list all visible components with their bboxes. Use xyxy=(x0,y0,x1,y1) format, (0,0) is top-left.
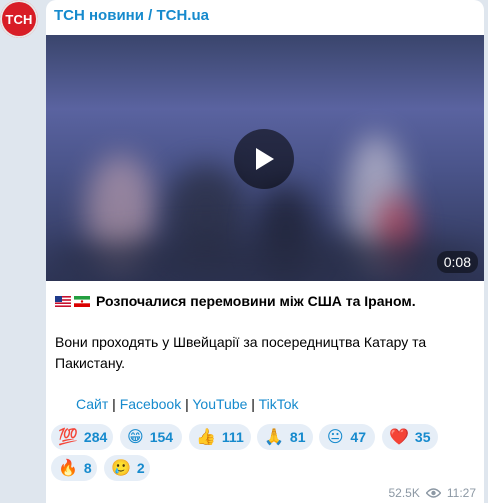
play-icon xyxy=(256,148,274,170)
reaction-thumbs-up[interactable]: 👍 111 xyxy=(189,424,251,450)
iran-flag-icon xyxy=(74,296,90,307)
reaction-count: 111 xyxy=(221,429,244,445)
us-flag-icon xyxy=(55,296,71,307)
post-body: Вони проходять у Швейцарії за посередниц… xyxy=(55,334,427,371)
reaction-hundred[interactable]: 💯 284 xyxy=(51,424,113,450)
video-player[interactable]: 0:08 xyxy=(46,35,484,281)
fire-icon: 🔥 xyxy=(58,460,78,477)
reaction-count: 2 xyxy=(136,460,145,476)
video-duration: 0:08 xyxy=(436,251,478,273)
reaction-neutral[interactable]: 😐 47 xyxy=(319,424,375,450)
post-title-text: Розпочалися перемовини між США та Іраном… xyxy=(96,293,416,309)
heart-icon: ❤️ xyxy=(389,429,409,446)
reaction-smile-tear[interactable]: 🥲 2 xyxy=(104,455,150,481)
link-youtube[interactable]: YouTube xyxy=(192,396,247,412)
reaction-count: 154 xyxy=(149,429,174,445)
reaction-heart[interactable]: ❤️ 35 xyxy=(382,424,438,450)
reaction-count: 35 xyxy=(414,429,431,445)
post-title: Розпочалися перемовини між США та Іраном… xyxy=(55,291,416,312)
neutral-face-icon: 😐 xyxy=(326,429,344,446)
thumbs-up-icon: 👍 xyxy=(196,429,216,446)
eye-icon xyxy=(425,488,441,498)
reaction-fire[interactable]: 🔥 8 xyxy=(51,455,97,481)
view-count: 52.5K xyxy=(388,486,420,500)
smiling-face-with-tear-icon: 🥲 xyxy=(111,460,131,477)
post-links: Сайт | Facebook | YouTube | TikTok xyxy=(76,396,299,412)
folded-hands-icon: 🙏 xyxy=(264,429,284,446)
channel-avatar[interactable]: TCH xyxy=(0,0,38,38)
link-tiktok[interactable]: TikTok xyxy=(259,396,299,412)
message-bubble: ТСН новини / TCH.ua 0:08 Розпочалися пер… xyxy=(46,0,484,503)
message-time: 11:27 xyxy=(446,486,476,500)
play-button[interactable] xyxy=(234,129,294,189)
link-site[interactable]: Сайт xyxy=(76,396,108,412)
grinning-face-icon: 😁 xyxy=(127,429,144,446)
reaction-grin[interactable]: 😁 154 xyxy=(120,424,182,450)
reaction-count: 284 xyxy=(83,429,108,445)
message-meta: 52.5K 11:27 xyxy=(389,486,477,500)
reaction-pray[interactable]: 🙏 81 xyxy=(257,424,313,450)
channel-name[interactable]: ТСН новини / TCH.ua xyxy=(54,7,209,24)
reaction-count: 8 xyxy=(83,460,92,476)
reaction-count: 47 xyxy=(350,429,366,445)
hundred-points-icon: 💯 xyxy=(58,429,78,446)
reaction-count: 81 xyxy=(289,429,306,445)
link-facebook[interactable]: Facebook xyxy=(120,396,181,412)
